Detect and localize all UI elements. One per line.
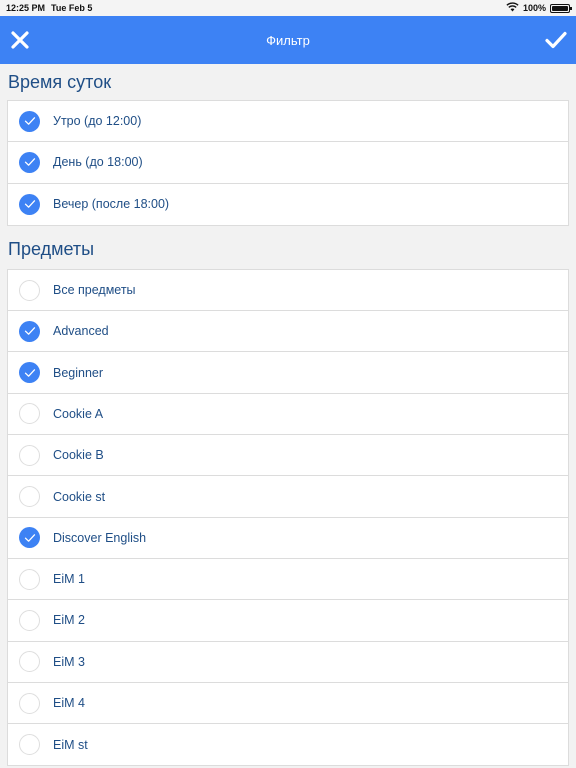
checked-circle-icon[interactable] [19,320,40,342]
list-item-label: EiM 1 [53,572,85,587]
battery-percent: 100% [522,3,546,13]
list-item[interactable]: EiM 1 [8,559,568,601]
checked-circle-icon[interactable] [19,362,40,384]
close-button[interactable] [8,28,32,52]
list-item[interactable]: Discover English [8,518,568,559]
list-item-label: EiM 2 [53,613,85,628]
nav-bar: Фильтр [0,16,576,64]
list-item-label: День (до 18:00) [53,155,143,170]
list-item-label: Утро (до 12:00) [53,114,142,129]
checkmark-icon [545,31,567,49]
list-item[interactable]: Cookie A [8,394,568,436]
list-item-label: EiM st [53,737,88,752]
list-item-label: Все предметы [53,283,136,298]
list-item-label: Beginner [53,365,104,380]
section-title-subjects: Предметы [8,238,95,259]
time-of-day-list: Утро (до 12:00) День (до 18:00) Вечер (пос… [7,100,569,226]
list-item-label: Cookie A [53,406,104,421]
list-item-label: Cookie st [53,489,106,504]
list-item[interactable]: Вечер (после 18:00) [8,184,568,225]
status-bar: 12:25 PM Tue Feb 5 100% [0,0,576,16]
unchecked-circle-icon[interactable] [19,403,40,425]
checked-circle-icon[interactable] [19,193,40,215]
battery-fill [552,5,568,11]
status-right: 100% [506,2,572,14]
list-item-label: Cookie B [53,448,104,463]
subjects-list: Все предметы Advanced Beginner Cookie A Cook… [7,268,569,767]
nav-title: Фильтр [266,32,310,48]
checked-circle-icon[interactable] [19,110,40,132]
list-item[interactable]: EiM 2 [8,600,568,642]
unchecked-circle-icon[interactable] [19,444,40,466]
unchecked-circle-icon[interactable] [19,568,40,590]
list-item-label: Discover English [53,530,147,545]
wifi-icon [506,2,519,14]
list-item[interactable]: Beginner [8,352,568,394]
list-item-label: Advanced [53,324,109,339]
section-title-time-of-day: Время суток [8,71,112,92]
status-left: 12:25 PM Tue Feb 5 [6,3,92,13]
unchecked-circle-icon[interactable] [19,486,40,508]
list-item-label: Вечер (после 18:00) [53,197,170,212]
status-date: Tue Feb 5 [51,3,93,13]
list-item[interactable]: EiM st [8,724,568,765]
checked-circle-icon[interactable] [19,151,40,173]
unchecked-circle-icon[interactable] [19,279,40,301]
list-item[interactable]: EiM 4 [8,683,568,725]
list-item[interactable]: День (до 18:00) [8,142,568,184]
list-item-label: EiM 4 [53,696,85,710]
list-item[interactable]: Утро (до 12:00) [8,101,568,143]
close-icon [11,31,29,49]
unchecked-circle-icon[interactable] [19,609,40,631]
unchecked-circle-icon[interactable] [19,651,40,673]
list-item[interactable]: Advanced [8,311,568,353]
unchecked-circle-icon[interactable] [19,734,40,756]
list-item[interactable]: Cookie st [8,476,568,518]
confirm-button[interactable] [544,28,568,52]
list-item[interactable]: Все предметы [8,270,568,312]
battery-icon [550,3,572,13]
checked-circle-icon[interactable] [19,527,40,549]
unchecked-circle-icon[interactable] [19,692,40,714]
list-item[interactable]: Cookie B [8,435,568,477]
status-time: 12:25 PM [6,3,46,13]
list-item-label: EiM 3 [53,654,85,669]
list-item[interactable]: EiM 3 [8,642,568,683]
